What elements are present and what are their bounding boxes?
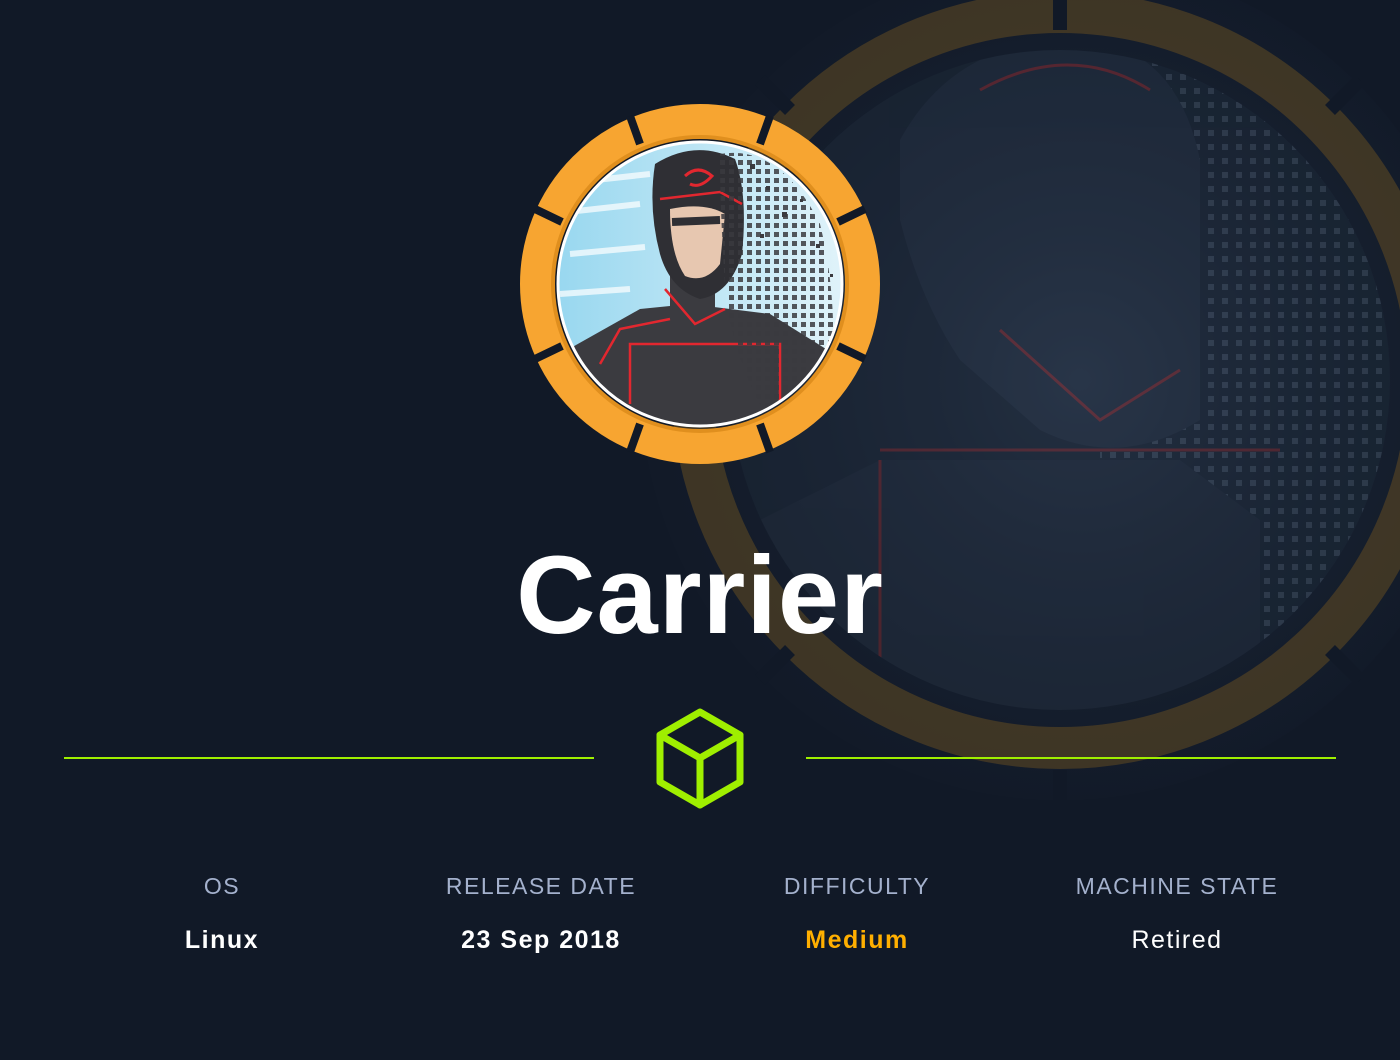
hackthebox-cube-icon	[656, 708, 744, 809]
stat-value-os: Linux	[184, 926, 260, 954]
divider-right	[806, 757, 1336, 759]
carrier-avatar-icon	[520, 104, 880, 464]
stat-value-machine-state: Retired	[1131, 926, 1223, 954]
machine-card: Carrier OS Linux RELEASE DATE 23 Sep 201…	[0, 0, 1400, 1060]
stat-difficulty: DIFFICULTY Medium	[697, 868, 1017, 958]
stat-os: OS Linux	[62, 868, 382, 958]
stat-release-date: RELEASE DATE 23 Sep 2018	[381, 868, 701, 958]
stat-label-release-date: RELEASE DATE	[445, 873, 637, 899]
machine-stats: OS Linux RELEASE DATE 23 Sep 2018 DIFFIC…	[0, 868, 1400, 968]
stat-value-release-date: 23 Sep 2018	[461, 926, 621, 954]
stat-machine-state: MACHINE STATE Retired	[1017, 868, 1337, 958]
divider-left	[64, 757, 594, 759]
stat-label-machine-state: MACHINE STATE	[1075, 873, 1279, 899]
machine-name: Carrier	[516, 534, 884, 657]
stat-label-difficulty: DIFFICULTY	[783, 873, 931, 899]
stat-value-difficulty: Medium	[805, 926, 909, 954]
stat-label-os: OS	[203, 873, 241, 899]
